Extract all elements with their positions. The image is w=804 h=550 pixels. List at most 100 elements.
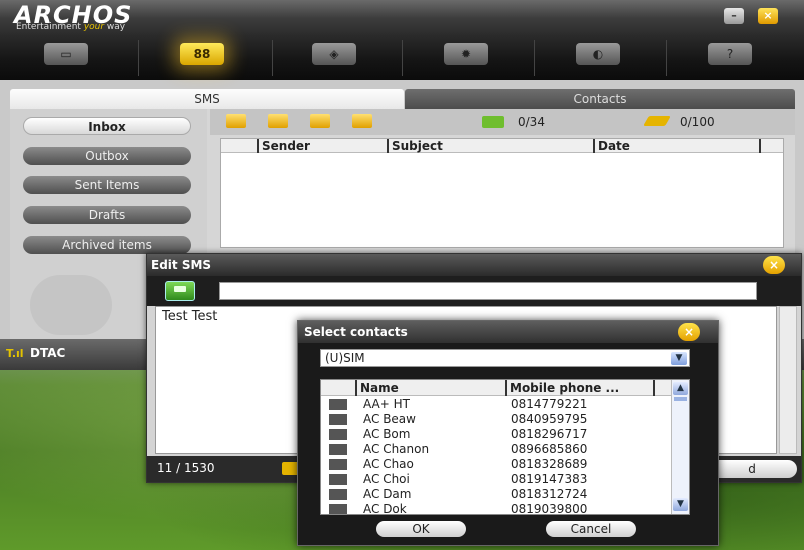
edit-sms-close-icon[interactable]: × [763,256,785,274]
package-icon[interactable]: ◈ [312,43,356,65]
contact-row[interactable]: AC Dok 0819039800 [321,502,671,515]
contact-checkbox[interactable] [329,414,347,425]
message-toolbar: 0/34 0/100 [210,109,795,135]
chevron-down-icon[interactable]: ▼ [671,352,687,365]
folder-inbox[interactable]: Inbox [23,117,191,135]
forward-message-icon[interactable] [310,114,330,128]
contact-checkbox[interactable] [329,444,347,455]
column-end [653,380,658,396]
contacts-table: Name Mobile phone ... AA+ HT 0814779221 AC… [320,379,690,515]
folder-outbox[interactable]: Outbox [23,147,191,165]
column-name[interactable]: Name [355,380,505,396]
contact-row[interactable]: AA+ HT 0814779221 [321,397,671,412]
main-toolbar: ▭ 88 ◈ ✹ ◐ ? [0,36,804,80]
scroll-up-icon[interactable]: ▲ [673,382,688,395]
carrier-name: DTAC [30,346,66,360]
contact-phone: 0840959795 [511,412,588,426]
toolbar-separator [534,40,535,76]
contact-name: AA+ HT [363,397,410,411]
monitor-icon[interactable]: ▭ [44,43,88,65]
minimize-button[interactable]: – [724,8,744,24]
contact-name: AC Chao [363,457,414,471]
edit-sms-toolbar [147,276,801,306]
contact-row[interactable]: AC Dam 0818312724 [321,487,671,502]
folder-drafts[interactable]: Drafts [23,206,191,224]
select-contacts-title: Select contacts [298,321,718,343]
contact-name: AC Dam [363,487,412,501]
help-icon[interactable]: ? [708,43,752,65]
contact-row[interactable]: AC Chanon 0896685860 [321,442,671,457]
toolbar-separator [402,40,403,76]
scroll-down-icon[interactable]: ▼ [673,498,688,511]
contact-checkbox[interactable] [329,474,347,485]
message-list[interactable]: Sender Subject Date [220,138,784,248]
settings-icon[interactable]: ✹ [444,43,488,65]
contact-name: AC Bom [363,427,411,441]
select-contacts-dialog: Select contacts × (U)SIM ▼ Name Mobile p… [297,320,719,546]
contact-checkbox[interactable] [329,489,347,500]
contact-checkbox[interactable] [329,459,347,470]
message-body-scrollbar[interactable] [779,306,797,454]
contacts-book-button[interactable] [165,281,195,301]
contacts-table-header: Name Mobile phone ... [321,380,671,396]
column-mobile-phone[interactable]: Mobile phone ... [505,380,653,396]
select-contacts-close-icon[interactable]: × [678,323,700,341]
folder-sent-items[interactable]: Sent Items [23,176,191,194]
contact-phone: 0818328689 [511,457,588,471]
column-date[interactable]: Date [593,139,759,153]
contact-row[interactable]: AC Beaw 0840959795 [321,412,671,427]
edit-sms-title: Edit SMS [147,254,801,276]
contact-source-value: (U)SIM [325,351,365,365]
sms-watermark-icon [30,275,112,335]
contact-phone: 0818296717 [511,427,588,441]
phone-counter: 0/100 [680,115,715,129]
tagline: Entertainment your way [16,22,125,32]
signal-strength-icon: T.ıl [6,347,24,360]
contact-phone: 0818312724 [511,487,588,501]
tagline-post: way [104,22,126,32]
sim-card-icon [482,116,504,128]
contact-row[interactable]: AC Bom 0818296717 [321,427,671,442]
send-button[interactable]: d [707,460,797,478]
contact-phone: 0819039800 [511,502,588,515]
reply-message-icon[interactable] [268,114,288,128]
toolbar-separator [138,40,139,76]
message-list-header: Sender Subject Date [221,139,783,153]
title-bar: ARCHOS Entertainment your way – × [0,0,804,36]
delete-message-icon[interactable] [352,114,372,128]
contact-phone: 0819147383 [511,472,588,486]
contact-name: AC Choi [363,472,410,486]
tagline-pre: Entertainment [16,22,84,32]
character-counter: 11 / 1530 [157,461,215,475]
toolbar-separator [272,40,273,76]
tab-contacts[interactable]: Contacts [405,89,795,109]
cancel-button[interactable]: Cancel [546,521,636,537]
column-subject[interactable]: Subject [387,139,593,153]
phone-storage-icon [643,116,671,126]
tagline-em: your [83,22,105,32]
column-sender[interactable]: Sender [257,139,387,153]
contact-source-select[interactable]: (U)SIM ▼ [320,349,690,367]
sms-icon[interactable]: 88 [180,43,224,65]
contact-row[interactable]: AC Chao 0818328689 [321,457,671,472]
close-window-button[interactable]: × [758,8,778,24]
ok-button[interactable]: OK [376,521,466,537]
toolbar-separator [666,40,667,76]
contact-checkbox[interactable] [329,429,347,440]
contacts-scrollbar[interactable]: ▲ ▼ [671,380,689,514]
contact-checkbox[interactable] [329,399,347,410]
contact-name: AC Beaw [363,412,416,426]
contact-row[interactable]: AC Choi 0819147383 [321,472,671,487]
contact-phone: 0896685860 [511,442,588,456]
scroll-thumb[interactable] [674,397,687,401]
contact-name: AC Dok [363,502,407,515]
contact-name: AC Chanon [363,442,430,456]
tab-sms[interactable]: SMS [10,89,404,109]
contact-checkbox[interactable] [329,504,347,514]
folder-archived-items[interactable]: Archived items [23,236,191,254]
recipient-input[interactable] [219,282,757,300]
contact-phone: 0814779221 [511,397,588,411]
sync-icon[interactable]: ◐ [576,43,620,65]
sim-counter: 0/34 [518,115,545,129]
new-message-icon[interactable] [226,114,246,128]
